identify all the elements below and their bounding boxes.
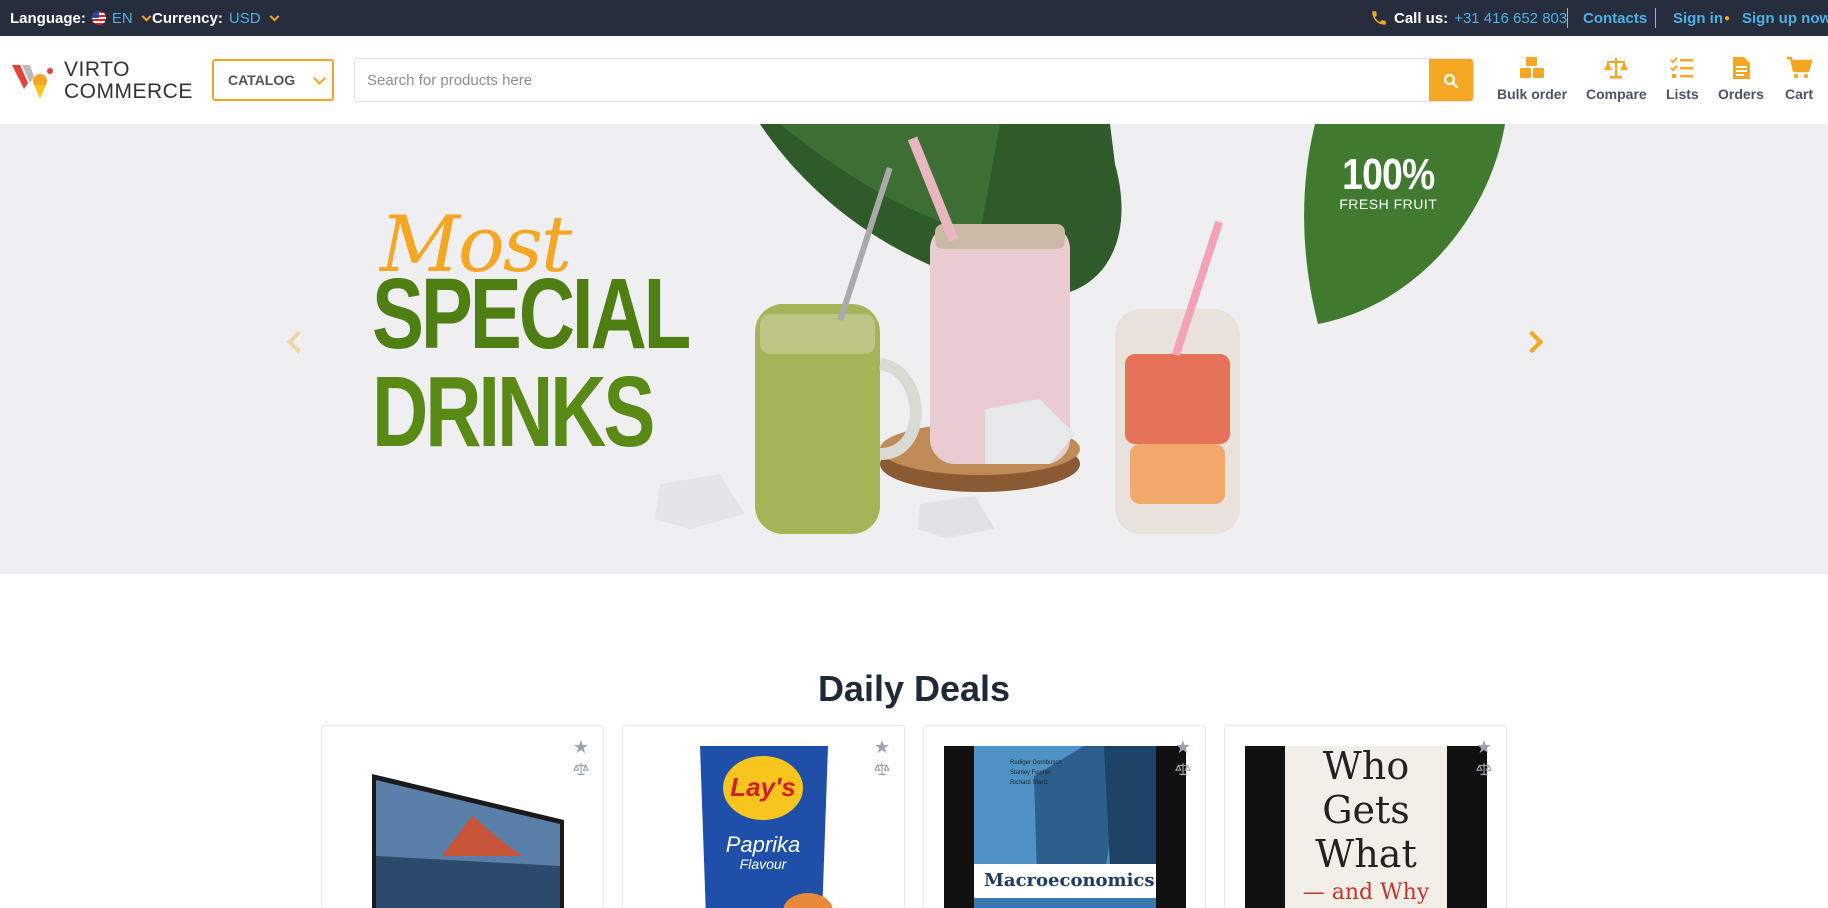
logo-text: VIRTO COMMERCE (64, 59, 193, 103)
logo-line-1: VIRTO (64, 58, 130, 81)
product-card[interactable]: ★ (321, 725, 604, 908)
phone-icon (1372, 11, 1386, 25)
cart-label: Cart (1785, 86, 1814, 102)
chevron-down-icon (141, 11, 152, 21)
author-3: Richard Startz (1010, 780, 1049, 786)
hero-banner[interactable]: Most SPECIAL DRINKS 100% FRESH FRUIT (0, 124, 1828, 574)
catalog-label: CATALOG (228, 72, 296, 88)
favorite-star-icon[interactable]: ★ (874, 738, 890, 756)
virto-commerce-logo[interactable]: VIRTO COMMERCE (10, 58, 195, 104)
book-line-3: What (1315, 832, 1417, 876)
badge-percent: 100% (1342, 150, 1435, 199)
compare-icon[interactable] (1175, 762, 1191, 776)
sign-up-link[interactable]: Sign up now (1742, 10, 1828, 27)
orders-button[interactable]: Orders (1718, 56, 1764, 102)
lists-label: Lists (1666, 86, 1699, 102)
logo-mark-icon (12, 65, 53, 99)
tv-image[interactable] (342, 746, 584, 908)
book-authors: Rudiger Dornbusch Stanley Fischer Richar… (1010, 758, 1062, 788)
bulk-order-icon (1520, 57, 1544, 78)
book-who-gets-what-image[interactable]: Who Gets What — and Why (1245, 746, 1487, 908)
divider (1655, 8, 1656, 28)
favorite-star-icon[interactable]: ★ (1476, 738, 1492, 756)
book-title: Macroeconomics (984, 870, 1155, 891)
search-input[interactable] (355, 59, 1429, 101)
chips-image[interactable]: Lay's Paprika Flavour (643, 746, 885, 908)
lists-button[interactable]: Lists (1666, 56, 1699, 102)
product-card[interactable]: Lay's Paprika Flavour ★ (622, 725, 905, 908)
search-icon (1443, 73, 1459, 89)
book-line-2: Gets (1322, 788, 1410, 832)
orders-label: Orders (1718, 86, 1764, 102)
language-selector[interactable]: Language: EN (10, 0, 152, 36)
banner-headline-1: SPECIAL (372, 258, 691, 370)
cart-icon (1787, 56, 1812, 79)
banner-illustration (655, 124, 1505, 538)
orders-icon (1732, 57, 1750, 79)
compare-label: Compare (1586, 86, 1647, 102)
product-card[interactable]: Rudiger Dornbusch Stanley Fischer Richar… (923, 725, 1206, 908)
book-line-1: Who (1322, 746, 1410, 788)
daily-deals-title: Daily Deals (817, 668, 1011, 709)
lists-icon (1670, 57, 1694, 78)
chevron-down-icon (313, 71, 327, 85)
search-button[interactable] (1429, 59, 1473, 101)
chips-flavor-1: Paprika (725, 832, 801, 857)
compare-icon[interactable] (573, 762, 589, 776)
phone-link[interactable]: +31 416 652 803 (1454, 10, 1567, 27)
contacts-link[interactable]: Contacts (1583, 10, 1647, 27)
currency-label: Currency: (152, 9, 223, 27)
compare-button[interactable]: Compare (1586, 56, 1647, 102)
site-header: VIRTO COMMERCE CATALOG Bulk order Compar… (0, 36, 1828, 124)
product-card[interactable]: Who Gets What — and Why ★ (1224, 725, 1507, 908)
catalog-button[interactable]: CATALOG (212, 59, 334, 101)
book-macroeconomics-image[interactable]: Rudiger Dornbusch Stanley Fischer Richar… (944, 746, 1186, 908)
logo-line-2: COMMERCE (64, 80, 193, 103)
language-value: EN (111, 9, 133, 27)
call-us-label: Call us: (1394, 9, 1449, 27)
chips-brand: Lay's (730, 772, 796, 802)
cart-button[interactable]: Cart (1785, 56, 1813, 102)
book-line-4: — and Why (1302, 880, 1430, 905)
search-bar (354, 58, 1474, 102)
currency-selector[interactable]: Currency: USD (152, 0, 279, 36)
author-1: Rudiger Dornbusch (1010, 760, 1062, 766)
sign-in-link[interactable]: Sign in (1673, 10, 1723, 27)
bulk-order-button[interactable]: Bulk order (1497, 56, 1567, 102)
us-flag-icon (91, 11, 106, 25)
chips-flavor-2: Flavour (739, 856, 787, 872)
bulk-order-label: Bulk order (1497, 86, 1568, 102)
currency-value: USD (228, 9, 261, 27)
fresh-fruit-badge: 100% FRESH FRUIT (1334, 150, 1443, 212)
dot-separator: ● (1724, 12, 1731, 24)
compare-icon[interactable] (874, 762, 890, 776)
compare-icon[interactable] (1476, 762, 1492, 776)
favorite-star-icon[interactable]: ★ (573, 738, 589, 756)
compare-icon (1604, 58, 1629, 79)
author-2: Stanley Fischer (1010, 770, 1052, 776)
call-us: Call us: +31 416 652 803 (1370, 0, 1567, 36)
top-bar: Language: EN Currency: USD Call us: +31 … (0, 0, 1828, 36)
favorite-star-icon[interactable]: ★ (1175, 738, 1191, 756)
chevron-down-icon (269, 11, 279, 21)
language-label: Language: (10, 9, 86, 27)
banner-headline-2: DRINKS (372, 356, 655, 468)
divider (1567, 8, 1568, 28)
